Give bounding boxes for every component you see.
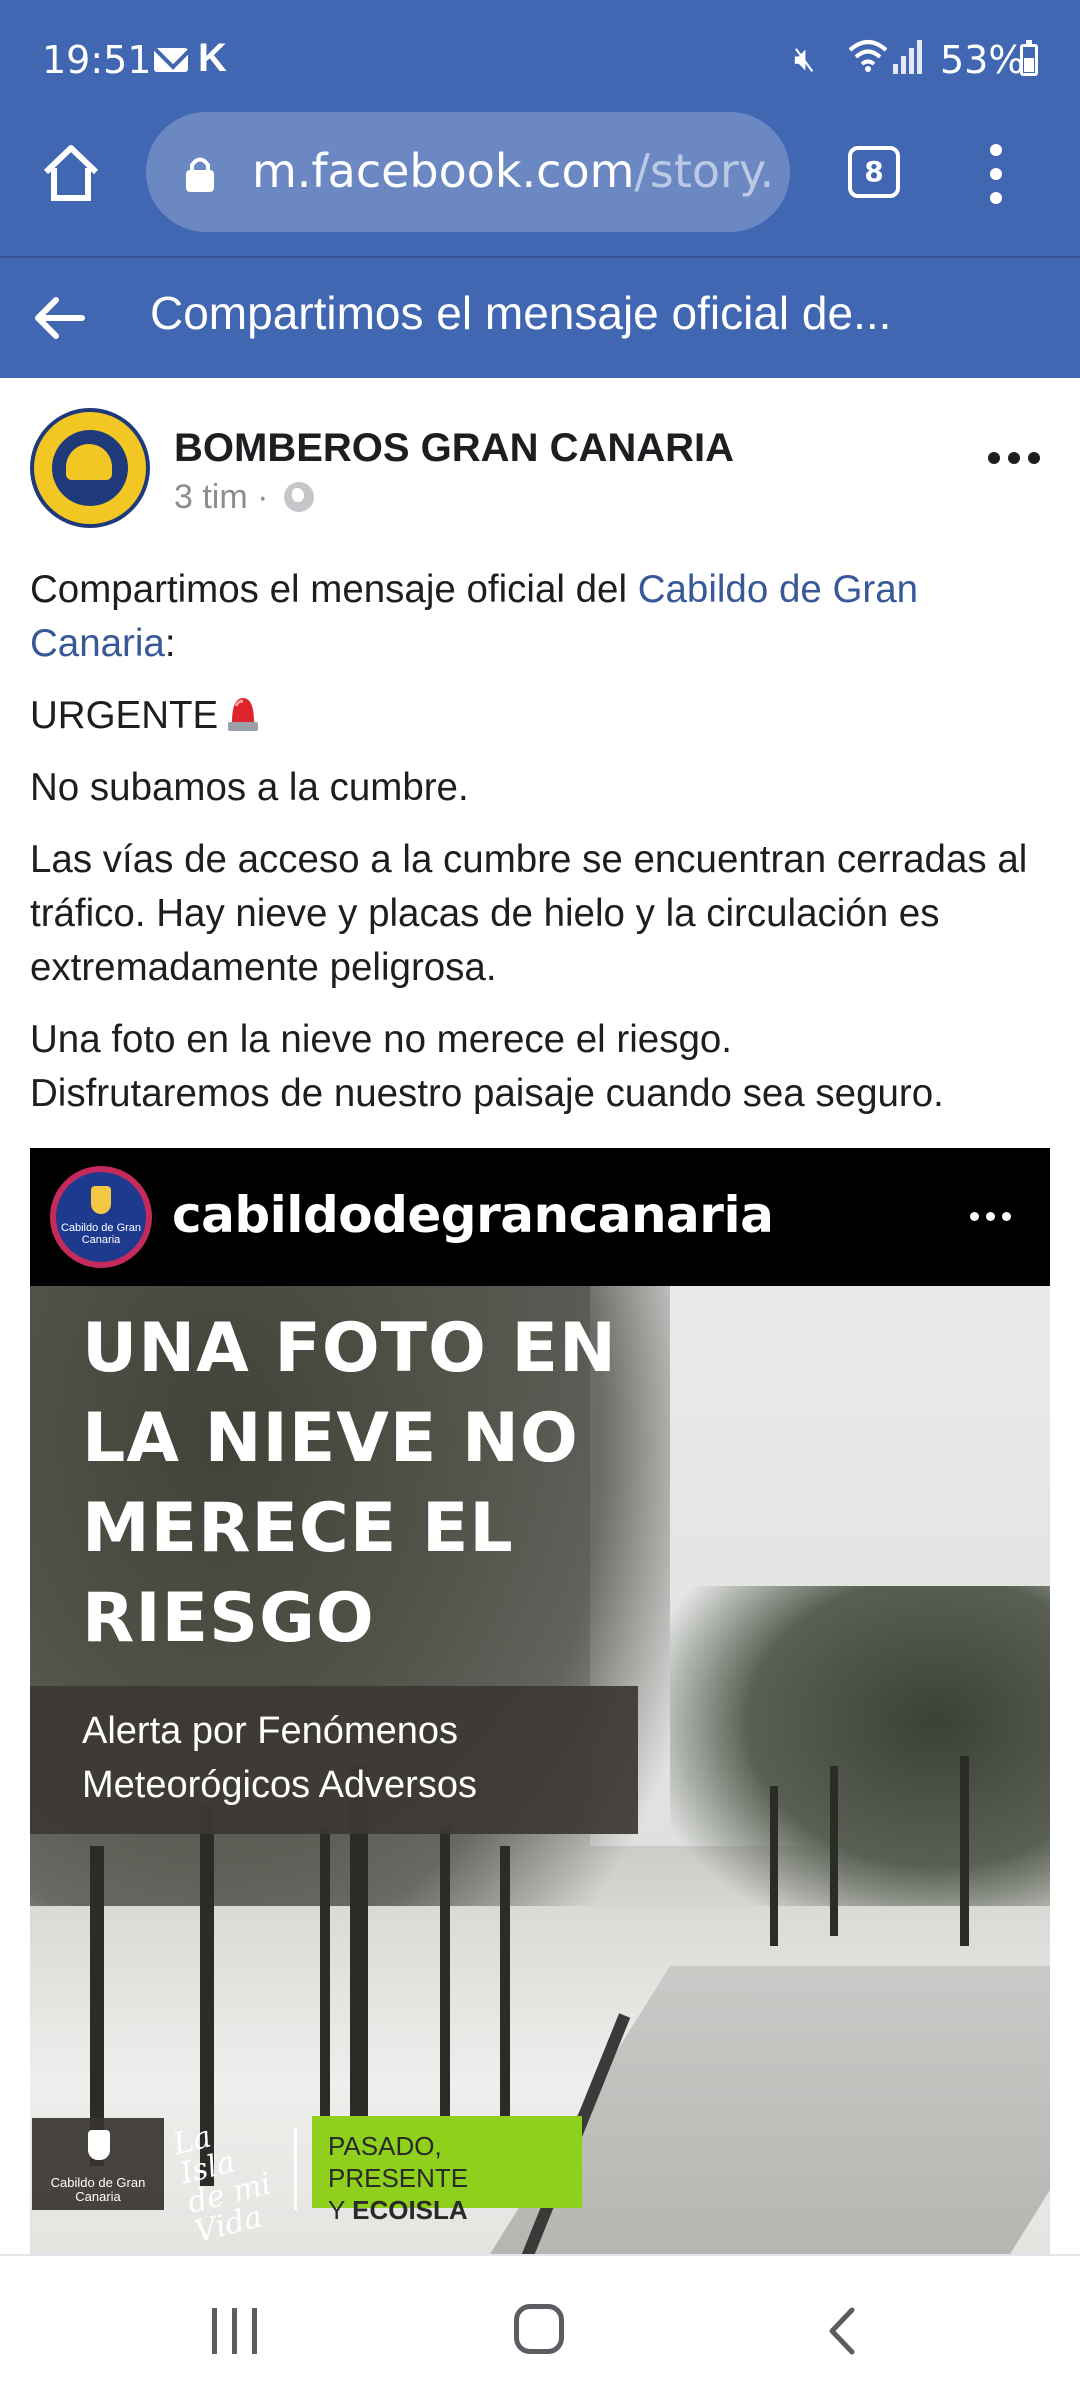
browser-toolbar: m.facebook.com/story.p 8	[0, 110, 1080, 258]
post-meta: 3 tim ·	[174, 478, 314, 517]
battery-icon	[1020, 40, 1038, 76]
photo-trunk	[770, 1786, 778, 1946]
url-host: m.facebook.com	[252, 144, 635, 198]
post-intro: Compartimos el mensaje oficial del Cabil…	[30, 563, 1050, 671]
home-icon[interactable]	[38, 140, 104, 206]
ig-more-icon	[970, 1212, 1014, 1224]
post-time[interactable]: 3 tim	[174, 478, 248, 516]
back-arrow-icon[interactable]	[30, 288, 90, 348]
photo-trunk	[440, 1826, 450, 2146]
recents-icon[interactable]	[212, 2308, 260, 2354]
url-path: /story.p	[634, 144, 772, 198]
instagram-header: Cabildo de Gran Canaria cabildodegrancan…	[30, 1148, 1050, 1286]
ig-account-name: cabildodegrancanaria	[172, 1186, 774, 1244]
system-nav-bar	[0, 2254, 1080, 2400]
post-line-3: Las vías de acceso a la cumbre se encuen…	[30, 838, 1028, 989]
mail-notification-icon	[154, 48, 188, 72]
browser-top-area: 19:51 K 🔇︎ 53% m.facebook.com/story.p 8	[0, 0, 1080, 378]
urgent-text: URGENTE	[30, 694, 219, 737]
post-line-5: Disfrutaremos de nuestro paisaje cuando …	[30, 1072, 944, 1115]
photo-trunk	[830, 1766, 838, 1936]
nav-home-icon[interactable]	[514, 2304, 564, 2354]
address-bar[interactable]: m.facebook.com/story.p	[146, 112, 790, 232]
alert-line-1: Alerta por Fenómenos	[82, 1710, 458, 1752]
cabildo-logo: Cabildo de Gran Canaria	[32, 2118, 164, 2210]
globe-icon	[283, 482, 314, 512]
photo-trunk	[320, 1826, 330, 2166]
siren-icon	[226, 692, 260, 734]
shared-image[interactable]: Cabildo de Gran Canaria cabildodegrancan…	[30, 1148, 1050, 2254]
app-notification-icon: K	[198, 36, 227, 80]
ecoisla-line-1: PASADO, PRESENTE	[328, 2131, 469, 2193]
tabs-icon[interactable]: 8	[848, 146, 900, 198]
battery-level: 53%	[940, 38, 1025, 82]
alert-line-2: Meteorógicos Adversos	[82, 1764, 477, 1806]
wifi-icon	[848, 38, 888, 81]
photo-trees-right	[670, 1586, 1050, 1926]
intro-colon: :	[164, 622, 176, 665]
urgent-line: URGENTE	[30, 689, 1050, 743]
mute-icon: 🔇︎	[794, 40, 816, 78]
intro-text: Compartimos el mensaje oficial del	[30, 568, 638, 611]
post-line-4: Una foto en la nieve no merece el riesgo…	[30, 1018, 732, 1061]
snow-photo: UNA FOTO EN LA NIEVE NO MERECE EL RIESGO…	[30, 1286, 1050, 2254]
status-bar: 19:51 K 🔇︎ 53%	[0, 0, 1080, 110]
ecoisla-bold: ECOISLA	[352, 2195, 468, 2225]
photo-trunk	[500, 1846, 510, 2146]
alert-banner: Alerta por Fenómenos Meteorógicos Adverso…	[30, 1686, 638, 1834]
post-text: Compartimos el mensaje oficial del Cabil…	[30, 563, 1050, 1139]
lock-icon	[184, 154, 216, 194]
author-name[interactable]: BOMBEROS GRAN CANARIA	[174, 426, 734, 471]
page-header: Compartimos el mensaje oficial de...	[0, 258, 1080, 378]
post-line-4-5: Una foto en la nieve no merece el riesgo…	[30, 1013, 1050, 1121]
nav-back-icon[interactable]	[826, 2306, 856, 2356]
alert-text: Alerta por Fenómenos Meteorógicos Adverso…	[82, 1704, 622, 1812]
ecoisla-prefix: Y	[328, 2195, 353, 2225]
menu-icon[interactable]	[976, 144, 1016, 204]
post-line-2: No subamos a la cumbre.	[30, 766, 469, 809]
ig-avatar-logo: Cabildo de Gran Canaria	[56, 1172, 146, 1262]
logo-separator	[294, 2128, 297, 2210]
signal-icon	[893, 40, 923, 74]
meta-separator: ·	[257, 478, 269, 516]
author-avatar[interactable]	[30, 408, 150, 528]
photo-trunk	[960, 1756, 969, 1946]
ig-avatar: Cabildo de Gran Canaria	[50, 1166, 152, 1268]
ecoisla-banner: PASADO, PRESENTE Y ECOISLA	[312, 2116, 582, 2225]
more-icon[interactable]	[988, 452, 1040, 466]
page-title: Compartimos el mensaje oficial de...	[150, 287, 892, 339]
url-text: m.facebook.com/story.p	[252, 144, 772, 198]
image-headline: UNA FOTO EN LA NIEVE NO MERECE EL RIESGO	[82, 1309, 617, 1658]
status-time: 19:51	[42, 38, 152, 82]
